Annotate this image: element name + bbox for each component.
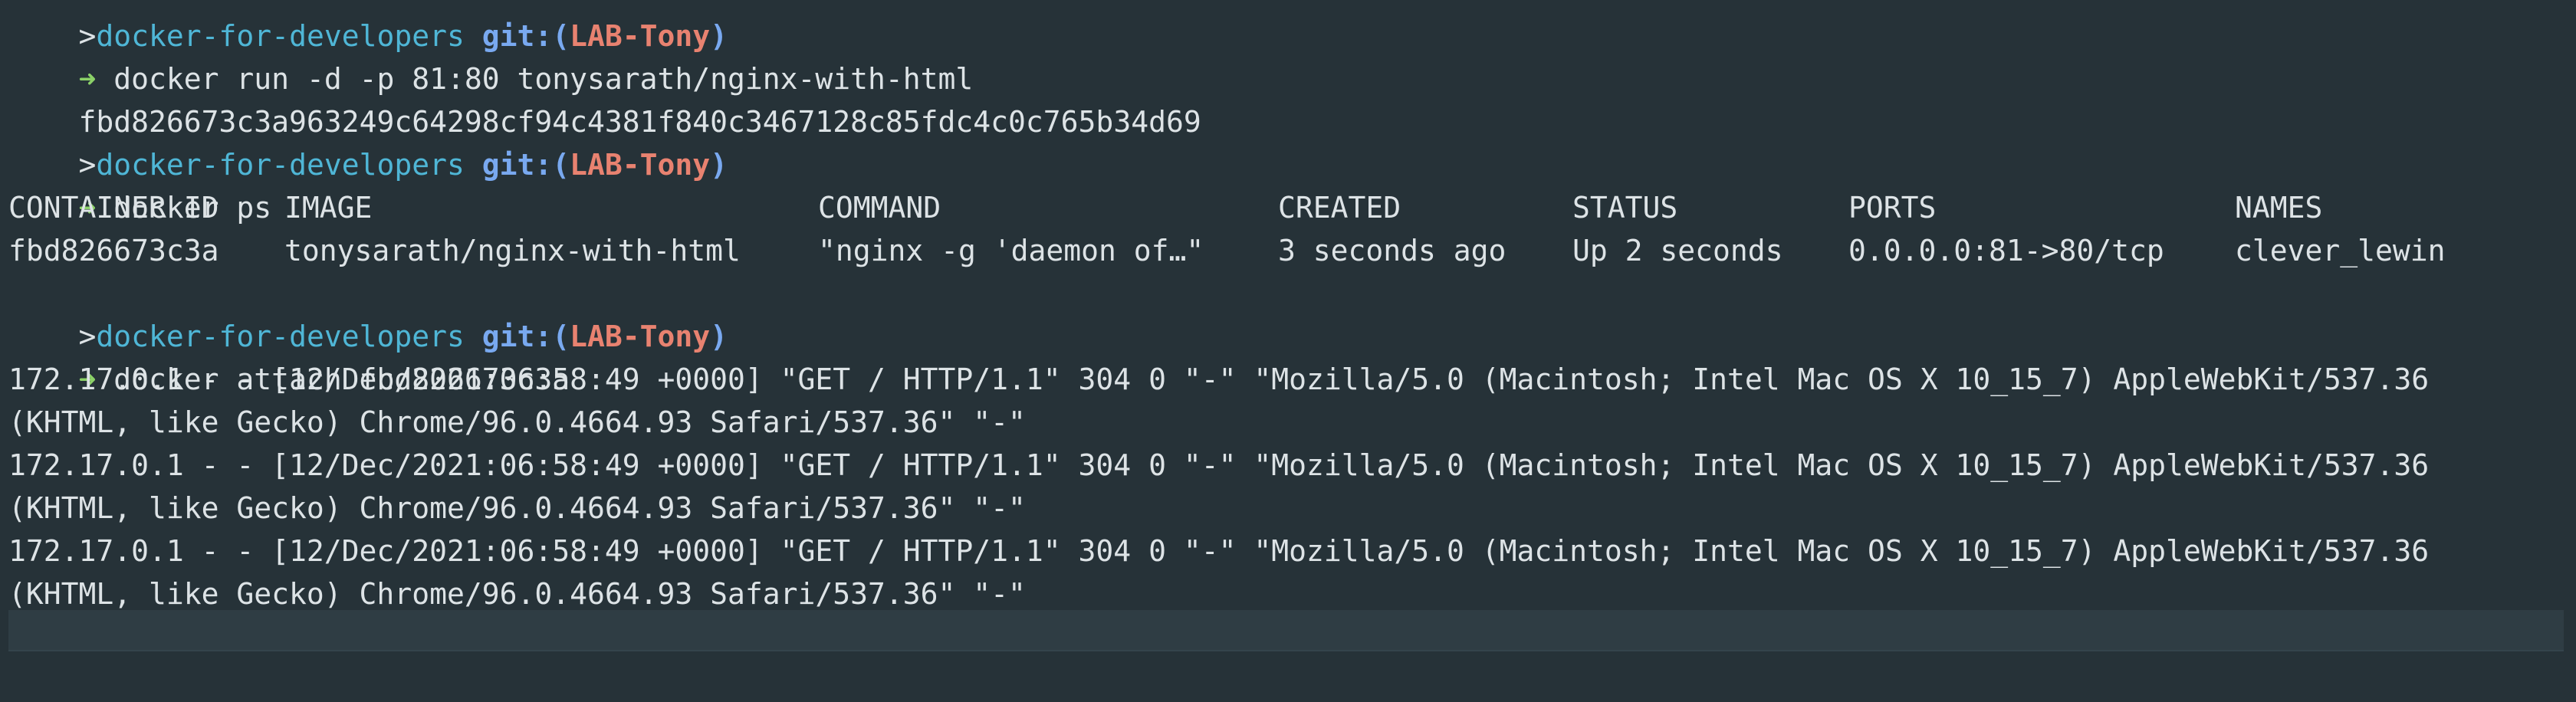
- log-text: 172.17.0.1 - - [12/Dec/2021:06:58:49 +00…: [8, 362, 2430, 396]
- log-line: 172.17.0.1 - - [12/Dec/2021:06:58:49 +00…: [8, 444, 2568, 487]
- cell-container-id: fbd826673c3a: [8, 234, 219, 267]
- header-names: NAMES: [2235, 191, 2323, 225]
- command-line-run: ➜ docker run -d -p 81:80 tonysarath/ngin…: [8, 15, 2568, 96]
- output-line-hash: fbd826673c3a963249c64298cf94c4381f840c34…: [8, 57, 2568, 139]
- cell-created: 3 seconds ago: [1278, 234, 1506, 267]
- log-line-continued: (KHTML, like Gecko) Chrome/96.0.4664.93 …: [8, 401, 2568, 444]
- cell-status: Up 2 seconds: [1572, 234, 1783, 267]
- header-command: COMMAND: [818, 191, 941, 225]
- header-status: STATUS: [1572, 191, 1678, 225]
- log-line: 172.17.0.1 - - [12/Dec/2021:06:58:49 +00…: [8, 358, 2568, 401]
- cell-image: tonysarath/nginx-with-html: [284, 234, 741, 267]
- header-created: CREATED: [1278, 191, 1401, 225]
- command-line-ps: ➜ docker ps: [8, 143, 2568, 225]
- prompt-line: >docker-for-developers git:(LAB-Tony): [78, 320, 728, 353]
- prompt-line: >docker-for-developers git:(LAB-Tony): [78, 148, 728, 182]
- log-text: (KHTML, like Gecko) Chrome/96.0.4664.93 …: [8, 405, 1026, 439]
- log-text: (KHTML, like Gecko) Chrome/96.0.4664.93 …: [8, 491, 1026, 525]
- log-line-continued: (KHTML, like Gecko) Chrome/96.0.4664.93 …: [8, 572, 2568, 615]
- cell-names: clever_lewin: [2235, 234, 2446, 267]
- log-line: 172.17.0.1 - - [12/Dec/2021:06:58:49 +00…: [8, 530, 2568, 572]
- active-input-line[interactable]: [8, 610, 2564, 651]
- command-line-attach: ➜ docker attach fbd826673c3a: [8, 315, 2568, 396]
- cell-ports: 0.0.0.0:81->80/tcp: [1848, 234, 2164, 267]
- terminal-output[interactable]: >docker-for-developers git:(LAB-Tony) ➜ …: [8, 0, 2568, 615]
- log-text: 172.17.0.1 - - [12/Dec/2021:06:58:49 +00…: [8, 448, 2430, 482]
- log-text: (KHTML, like Gecko) Chrome/96.0.4664.93 …: [8, 577, 1026, 611]
- log-text: 172.17.0.1 - - [12/Dec/2021:06:58:49 +00…: [8, 534, 2430, 568]
- ps-table-row: fbd826673c3a tonysarath/nginx-with-html …: [8, 229, 2568, 272]
- ps-table-header: CONTAINER ID IMAGE COMMAND CREATED STATU…: [8, 186, 2568, 229]
- header-ports: PORTS: [1848, 191, 1937, 225]
- prompt-line-clipped: >docker-for-developers git:(LAB-Tony): [78, 19, 728, 53]
- cell-command: "nginx -g 'daemon of…": [818, 234, 1204, 267]
- header-image: IMAGE: [284, 191, 373, 225]
- log-line-continued: (KHTML, like Gecko) Chrome/96.0.4664.93 …: [8, 487, 2568, 530]
- header-container-id: CONTAINER ID: [8, 191, 219, 225]
